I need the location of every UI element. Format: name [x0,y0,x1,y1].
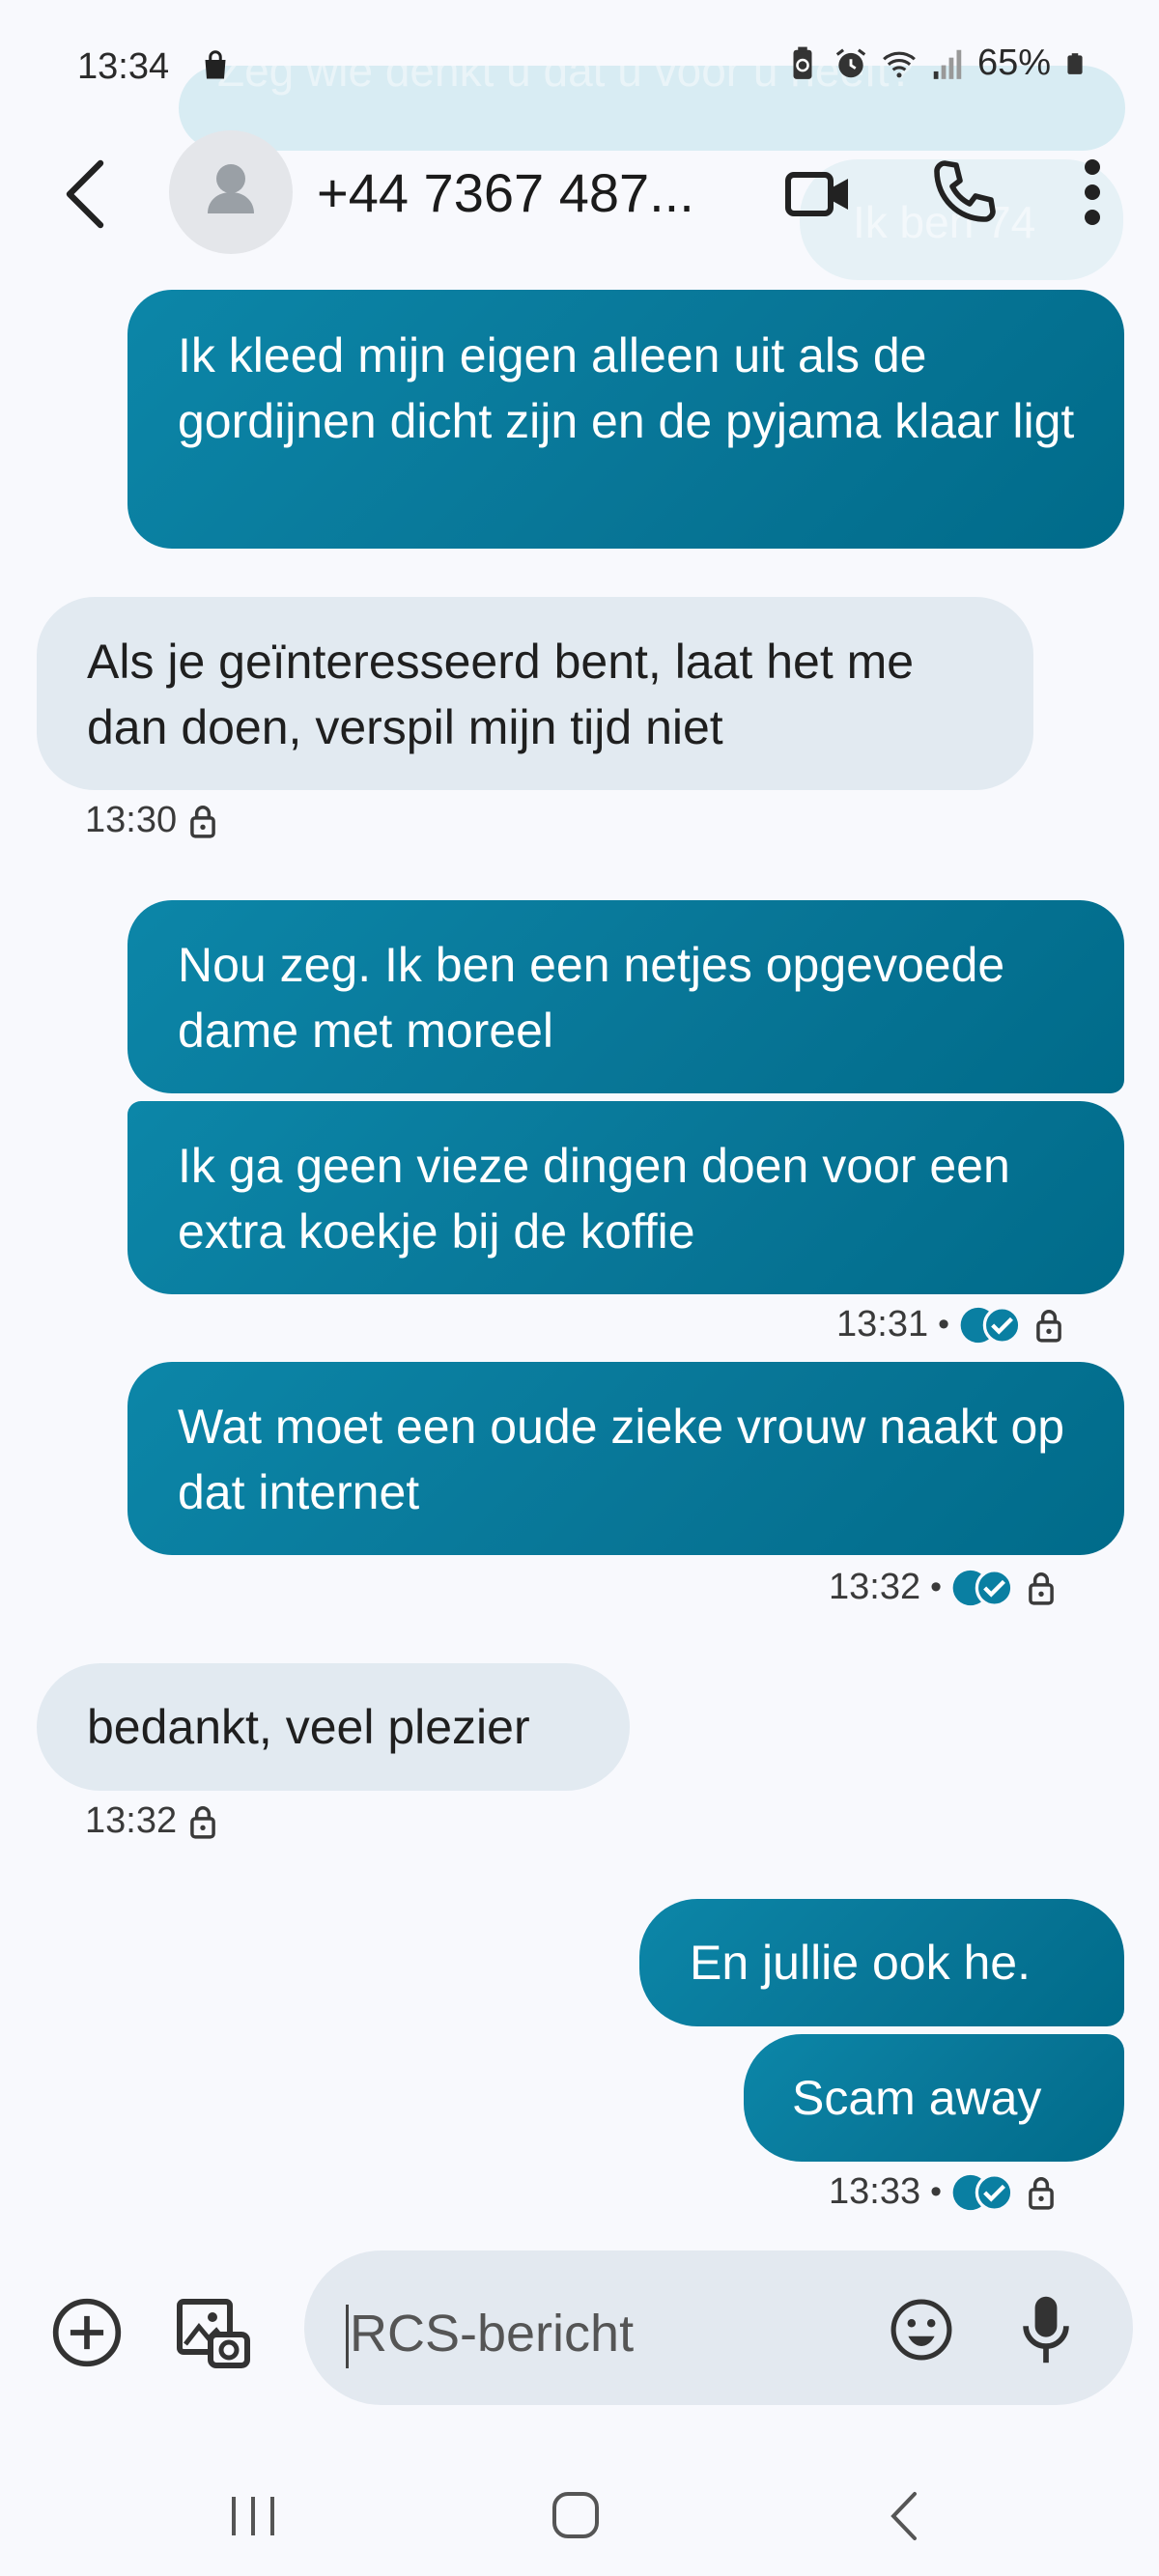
message-meta: 13:32 • [829,1567,1058,1608]
home-icon[interactable] [551,2490,601,2540]
read-receipt-icon [952,2172,1014,2212]
lock-icon [190,805,215,838]
conversation-header: +44 7367 487... [0,130,1159,256]
outgoing-message[interactable]: Wat moet een oude zieke vrouw naakt op d… [127,1362,1124,1555]
outgoing-message[interactable]: Ik kleed mijn eigen alleen uit als de go… [127,290,1124,549]
signal-icon [933,49,962,79]
read-receipt-icon [952,1568,1014,1607]
status-icons: 65% [784,42,1088,84]
microphone-icon[interactable] [1019,2293,1073,2366]
message-time: 13:33 [829,2171,921,2212]
battery-icon [1067,52,1083,74]
message-time: 13:32 [829,1567,921,1607]
message-time: 13:30 [85,800,178,840]
phone-icon[interactable] [929,157,999,227]
lock-icon [1029,2176,1054,2210]
back-icon[interactable] [884,2488,922,2544]
battery-percentage: 65% [976,42,1051,83]
shopping-bag-icon [205,50,226,79]
video-call-icon[interactable] [784,159,854,229]
incoming-message[interactable]: bedankt, veel plezier [37,1663,630,1791]
text-cursor [346,2305,349,2368]
message-composer: RCS-bericht [0,2250,1159,2415]
message-meta: 13:33 • [829,2171,1058,2213]
outgoing-message[interactable]: Ik ga geen vieze dingen doen voor een ex… [127,1101,1124,1294]
outgoing-message[interactable]: En jullie ook he. [639,1899,1124,2026]
lock-icon [1036,1309,1061,1343]
lock-icon [190,1805,215,1839]
message-input-placeholder[interactable]: RCS-bericht [350,2304,634,2364]
status-time: 13:34 [77,46,170,87]
system-navigation-bar [0,2453,1159,2576]
outgoing-message[interactable]: Scam away [744,2034,1124,2162]
more-vert-icon[interactable] [1072,156,1113,229]
outgoing-message[interactable]: Nou zeg. Ik ben een netjes opgevoede dam… [127,900,1124,1093]
back-arrow-icon[interactable] [58,157,112,231]
alarm-icon [835,47,866,77]
avatar[interactable] [169,130,293,254]
message-meta: 13:31 • [836,1304,1065,1345]
avatar-icon [208,164,254,213]
wifi-icon [883,51,916,77]
battery-saver-icon [793,46,812,79]
add-circle-icon[interactable] [50,2296,124,2369]
read-receipt-icon [960,1305,1022,1345]
message-meta: 13:30 [85,800,219,841]
message-time: 13:32 [85,1800,178,1841]
contact-name[interactable]: +44 7367 487... [317,161,694,224]
lock-icon [1029,1571,1054,1605]
recent-apps-icon[interactable] [224,2492,282,2540]
message-time: 13:31 [836,1304,929,1345]
incoming-message[interactable]: Als je geïnteresseerd bent, laat het me … [37,597,1033,790]
message-meta: 13:32 [85,1800,219,1842]
emoji-icon[interactable] [889,2297,954,2363]
gallery-icon[interactable] [174,2294,251,2371]
status-bar: 13:34 65% [0,0,1159,130]
